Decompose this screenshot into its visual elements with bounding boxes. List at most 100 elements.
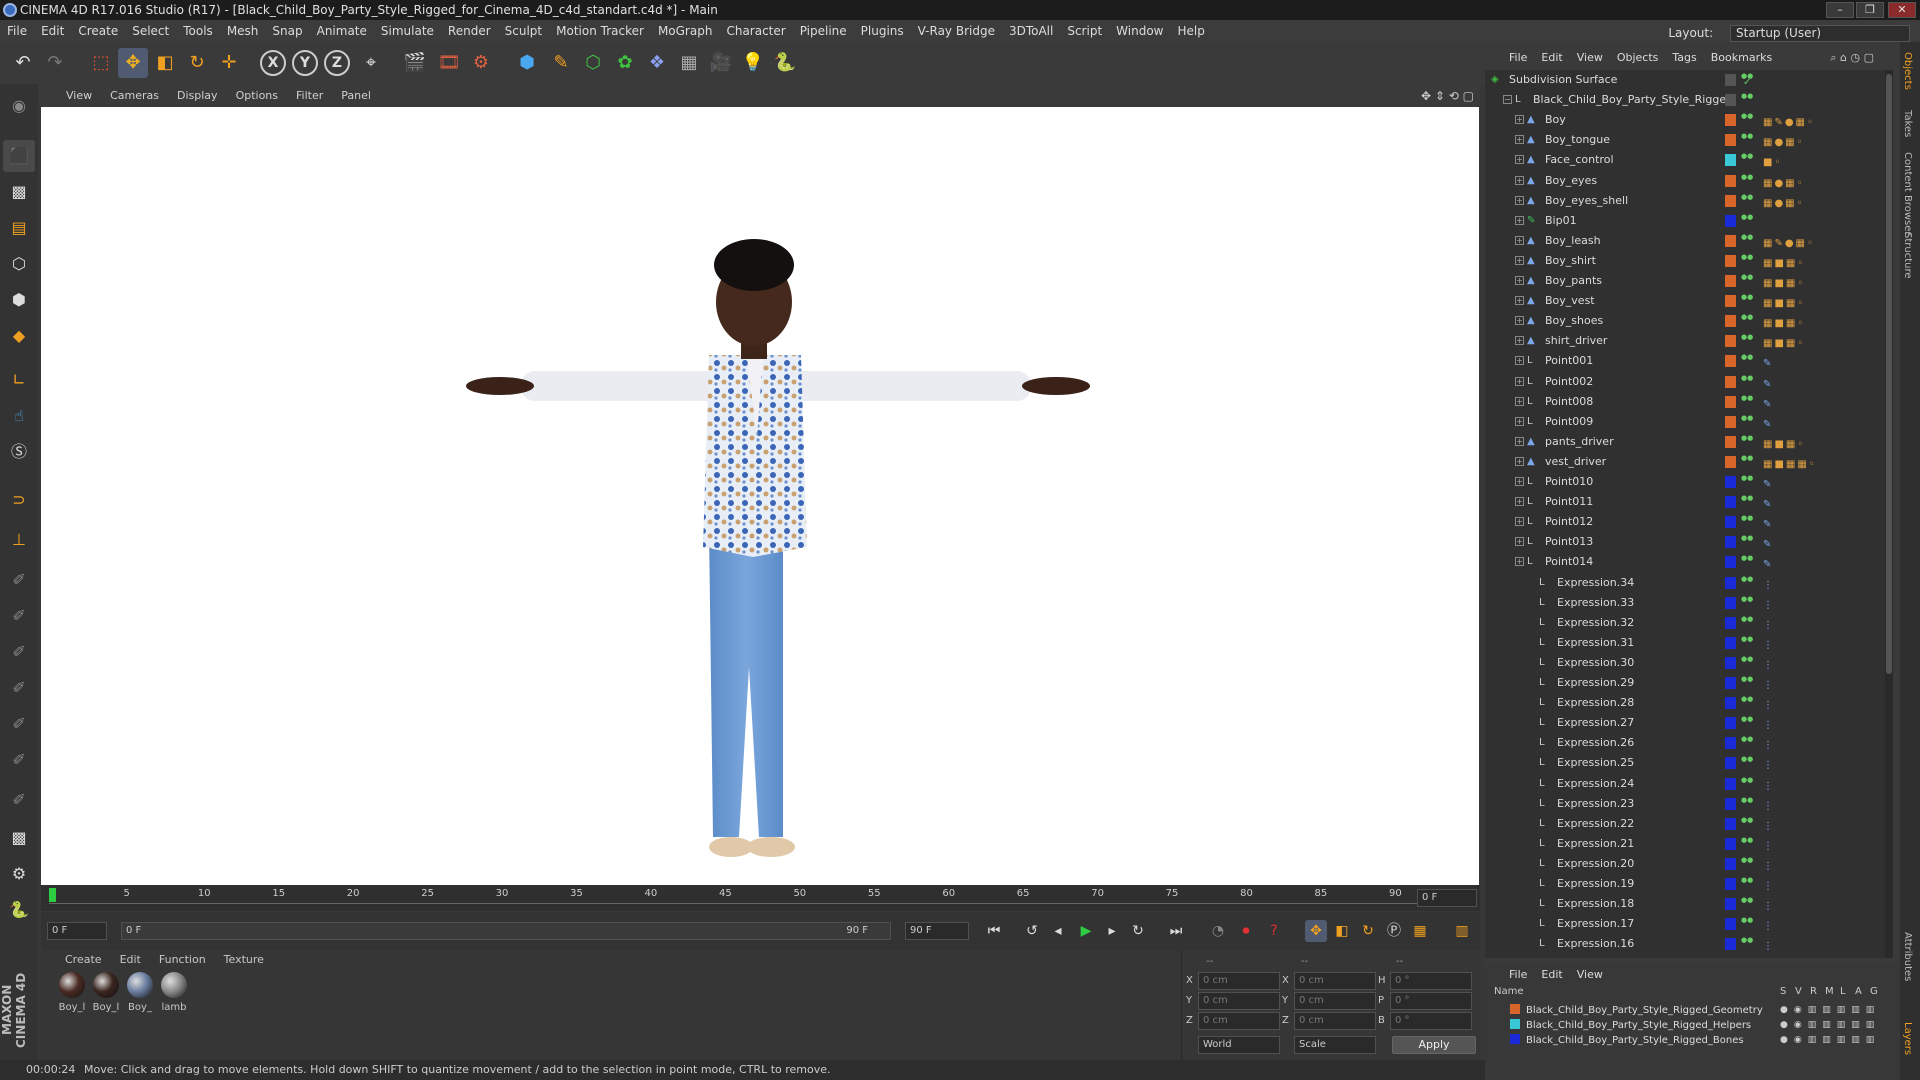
expand-toggle-icon[interactable]: +	[1515, 356, 1524, 366]
object-name[interactable]: Expression.30	[1557, 653, 1634, 673]
layer-color-swatch[interactable]	[1725, 295, 1736, 308]
expand-toggle-icon[interactable]: +	[1515, 557, 1524, 567]
object-tags-icons[interactable]: ⋮	[1763, 937, 1775, 952]
object-name[interactable]: Point012	[1545, 512, 1593, 532]
z-axis-lock-icon[interactable]: Z	[324, 50, 350, 76]
layer-color-swatch[interactable]	[1725, 94, 1736, 107]
start-frame-field[interactable]: 0 F	[47, 922, 107, 940]
object-name[interactable]: Bip01	[1545, 211, 1577, 231]
object-row[interactable]: + Ⅼ Point011 ●● ✎	[1485, 492, 1885, 512]
coord-value-field[interactable]: 0 cm	[1198, 972, 1280, 990]
object-menu-bookmarks[interactable]: Bookmarks	[1711, 51, 1772, 64]
side-tab-takes[interactable]: Takes	[1902, 110, 1913, 137]
visibility-dots-icon[interactable]: ●●	[1741, 274, 1753, 281]
expand-toggle-icon[interactable]: +	[1515, 517, 1524, 527]
layer-color-swatch[interactable]	[1510, 1004, 1520, 1014]
object-name[interactable]: Expression.23	[1557, 794, 1634, 814]
side-tab-objects[interactable]: Objects	[1902, 52, 1913, 90]
object-tags-icons[interactable]: ▦■▦◦	[1763, 435, 1805, 450]
layer-color-swatch[interactable]	[1725, 375, 1736, 388]
object-name[interactable]: Boy	[1545, 110, 1566, 130]
visibility-dots-icon[interactable]: ●●	[1741, 776, 1753, 784]
object-row[interactable]: + Ⅼ Point013 ●● ✎	[1485, 532, 1885, 552]
object-row[interactable]: Ⅼ Expression.22 ●● ⋮	[1485, 814, 1885, 834]
visibility-dots-icon[interactable]: ●●	[1741, 716, 1753, 723]
object-row[interactable]: + ▲ Boy_shirt ●● ▦■▦◦	[1485, 251, 1885, 271]
object-tags-icons[interactable]: ⋮	[1763, 736, 1775, 751]
layer-row[interactable]: Black_Child_Boy_Party_Style_Rigged_Bones…	[1510, 1033, 1890, 1048]
layer-color-swatch[interactable]	[1510, 1019, 1520, 1029]
pen-spline-icon[interactable]: ✎	[546, 48, 576, 78]
layer-name[interactable]: Black_Child_Boy_Party_Style_Rigged_Helpe…	[1526, 1020, 1751, 1031]
expand-toggle-icon[interactable]: +	[1515, 235, 1524, 245]
visibility-dots-icon[interactable]: ●●	[1741, 655, 1753, 663]
object-name[interactable]: Expression.24	[1557, 774, 1634, 794]
auto-key-icon[interactable]: ?	[1263, 920, 1285, 942]
visibility-dots-icon[interactable]: ●●	[1741, 877, 1753, 884]
object-name[interactable]: Point002	[1545, 372, 1593, 392]
snapping-icon[interactable]: Ⓢ	[3, 436, 35, 468]
layer-color-swatch[interactable]	[1725, 556, 1736, 569]
points-mode-icon[interactable]: ⬡	[3, 248, 35, 280]
layer-color-swatch[interactable]	[1725, 596, 1736, 609]
menu-create[interactable]: Create	[71, 20, 125, 42]
deformer-icon[interactable]: ❖	[642, 48, 672, 78]
brush-tool-4-icon[interactable]: ✐	[3, 672, 35, 704]
material-item[interactable]: lamb	[160, 972, 188, 1013]
object-tags-icons[interactable]: ▦✎●▦◦	[1763, 234, 1815, 249]
layer-flags-icons[interactable]: ●◉▥▥▥▥▥	[1780, 1003, 1880, 1018]
timeline-window-icon[interactable]: ▥	[1451, 920, 1473, 942]
object-name[interactable]: Expression.21	[1557, 834, 1634, 854]
object-tags-icons[interactable]: ▦■▦◦	[1763, 334, 1805, 349]
visibility-dots-icon[interactable]: ●●	[1741, 856, 1753, 864]
layer-color-swatch[interactable]	[1725, 214, 1736, 227]
current-frame-field[interactable]: 0 F	[1417, 889, 1477, 907]
expand-toggle-icon[interactable]: +	[1515, 477, 1524, 486]
workplane-mode-icon[interactable]: ▤	[3, 212, 35, 244]
object-name[interactable]: Black_Child_Boy_Party_Style_Rigged	[1533, 90, 1733, 110]
object-row[interactable]: Ⅼ Expression.30 ●● ⋮	[1485, 653, 1885, 673]
visibility-dots-icon[interactable]: ●●	[1741, 213, 1753, 221]
object-tags-icons[interactable]: ▦✎●▦◦	[1763, 113, 1815, 128]
object-tags-icons[interactable]: ⋮	[1763, 837, 1775, 852]
rig-tool-icon[interactable]: ⚙	[3, 858, 35, 890]
key-position-icon[interactable]: ✥	[1305, 920, 1327, 942]
object-row[interactable]: Ⅼ Expression.31 ●● ⋮	[1485, 633, 1885, 653]
side-tab-structure[interactable]: Structure	[1902, 232, 1913, 279]
object-tags-icons[interactable]: ⋮	[1763, 857, 1775, 872]
object-row[interactable]: + ▲ Face_control ●● ■◦	[1485, 150, 1885, 170]
expand-toggle-icon[interactable]: +	[1515, 135, 1524, 145]
visibility-dots-icon[interactable]: ●●	[1741, 937, 1753, 944]
python-script-icon[interactable]: 🐍	[3, 894, 35, 926]
layer-color-swatch[interactable]	[1725, 677, 1736, 689]
layer-color-swatch[interactable]	[1725, 134, 1736, 147]
layer-color-swatch[interactable]	[1725, 878, 1736, 890]
layer-color-swatch[interactable]	[1725, 355, 1736, 368]
object-row[interactable]: Ⅼ Expression.32 ●● ⋮	[1485, 613, 1885, 633]
object-row[interactable]: + ▲ Boy ●● ▦✎●▦◦	[1485, 110, 1885, 130]
object-row[interactable]: Ⅼ Expression.33 ●● ⋮	[1485, 593, 1885, 613]
visibility-dots-icon[interactable]: ●●	[1741, 796, 1753, 804]
object-name[interactable]: Expression.22	[1557, 814, 1634, 834]
side-tab-content-browser[interactable]: Content Browser	[1902, 152, 1913, 235]
layer-color-swatch[interactable]	[1725, 777, 1736, 790]
undo-icon[interactable]: ↶	[8, 48, 38, 78]
object-row[interactable]: + ▲ shirt_driver ●● ▦■▦◦	[1485, 331, 1885, 351]
object-row[interactable]: + ▲ Boy_eyes ●● ▦●▦◦	[1485, 171, 1885, 191]
edges-mode-icon[interactable]: ⬢	[3, 284, 35, 316]
layer-color-swatch[interactable]	[1725, 234, 1736, 247]
light-icon[interactable]: 💡	[738, 48, 768, 78]
object-row[interactable]: Ⅼ Expression.24 ●● ⋮	[1485, 774, 1885, 794]
go-to-end-icon[interactable]: ⏭	[1165, 920, 1187, 942]
visibility-dots-icon[interactable]: ●●	[1741, 454, 1753, 462]
object-row[interactable]: + Ⅼ Point002 ●● ✎	[1485, 372, 1885, 392]
expand-toggle-icon[interactable]: +	[1515, 215, 1524, 225]
layer-color-swatch[interactable]	[1725, 315, 1736, 328]
viewport-menu-view[interactable]: View	[66, 89, 92, 102]
layer-name[interactable]: Black_Child_Boy_Party_Style_Rigged_Bones	[1526, 1035, 1744, 1046]
object-name[interactable]: Expression.20	[1557, 854, 1634, 874]
material-menu-edit[interactable]: Edit	[120, 953, 141, 966]
side-tab-attributes[interactable]: Attributes	[1902, 932, 1913, 981]
go-to-start-icon[interactable]: ⏮	[983, 920, 1005, 942]
viewport-menu-options[interactable]: Options	[236, 89, 278, 102]
